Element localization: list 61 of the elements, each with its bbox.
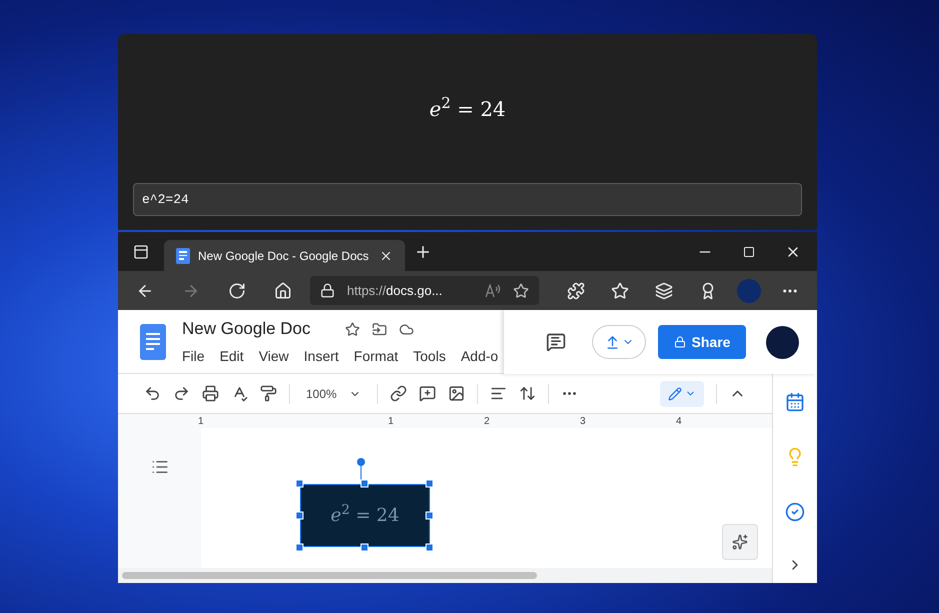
paint-format-icon[interactable]	[260, 385, 277, 402]
line-spacing-icon[interactable]	[518, 385, 536, 402]
cloud-icon[interactable]	[398, 322, 414, 336]
lock-icon[interactable]	[320, 283, 335, 298]
scrollbar[interactable]	[122, 572, 537, 579]
calendar-icon[interactable]	[785, 392, 805, 412]
share-button[interactable]: Share	[658, 325, 746, 359]
star-icon[interactable]	[344, 322, 360, 336]
image-icon[interactable]	[448, 385, 465, 402]
docs-logo-icon[interactable]	[140, 324, 166, 360]
selection-handles-drawing[interactable]	[296, 456, 434, 551]
document-title[interactable]: New Google Doc	[182, 316, 311, 342]
browser-tab[interactable]: New Google Doc - Google Docs	[164, 240, 405, 271]
rendered-equation: e$^{2}$ = 24	[429, 94, 506, 122]
ruler-label: 1	[198, 414, 205, 428]
account-avatar[interactable]	[766, 326, 799, 358]
present-icon	[604, 334, 620, 350]
redo-icon[interactable]	[173, 385, 190, 402]
equation-input[interactable]: e^2=24	[133, 183, 802, 216]
equation-drawing[interactable]: e$^{2}$ = 24	[300, 484, 430, 547]
present-button[interactable]	[592, 325, 646, 359]
menu-item[interactable]: Format	[354, 346, 398, 367]
menu-item[interactable]: File	[182, 346, 205, 367]
drawing-equation: e$^{2}$ = 24	[330, 502, 400, 528]
print-icon[interactable]	[202, 385, 219, 402]
link-icon[interactable]	[390, 385, 407, 402]
comment-icon[interactable]	[546, 332, 566, 352]
tab-title: New Google Doc - Google Docs	[198, 248, 370, 264]
url-text: https://docs.go...	[347, 282, 444, 300]
tasks-icon[interactable]	[785, 502, 805, 522]
menu-item[interactable]: Tools	[413, 346, 446, 367]
extensions-icon[interactable]	[567, 282, 586, 300]
menu-item[interactable]: View	[258, 346, 289, 367]
read-aloud-icon[interactable]	[485, 284, 502, 298]
ruler-label: 3	[580, 414, 587, 428]
zoom-dropdown[interactable]: 100%	[302, 384, 365, 402]
add-favorite-icon[interactable]	[513, 282, 530, 298]
favorites-icon[interactable]	[611, 282, 630, 300]
menu-item[interactable]: Edit	[220, 346, 244, 367]
sparkle-icon	[732, 534, 748, 550]
address-bar[interactable]: https://docs.go...	[310, 276, 540, 305]
menu-item[interactable]: Add-o	[460, 346, 498, 367]
add-comment-icon[interactable]	[418, 385, 436, 402]
lock-icon	[674, 336, 686, 348]
docs-icon	[176, 248, 190, 264]
tab-actions-icon[interactable]	[133, 244, 149, 260]
maximize-icon[interactable]	[743, 246, 755, 258]
reload-icon[interactable]	[228, 282, 246, 300]
undo-icon[interactable]	[144, 385, 161, 402]
home-icon[interactable]	[274, 282, 292, 300]
menu-item[interactable]: Insert	[304, 346, 339, 367]
explore-button[interactable]	[722, 524, 758, 560]
ruler-label: 2	[484, 414, 491, 428]
move-icon[interactable]	[372, 322, 387, 336]
ruler-label: 4	[676, 414, 683, 428]
pencil-icon	[668, 386, 682, 400]
outline-icon[interactable]	[150, 458, 168, 476]
collections-icon[interactable]	[655, 282, 674, 300]
align-icon[interactable]	[490, 385, 507, 402]
ruler-label: 1	[388, 414, 395, 428]
editing-mode-button[interactable]	[660, 380, 704, 406]
